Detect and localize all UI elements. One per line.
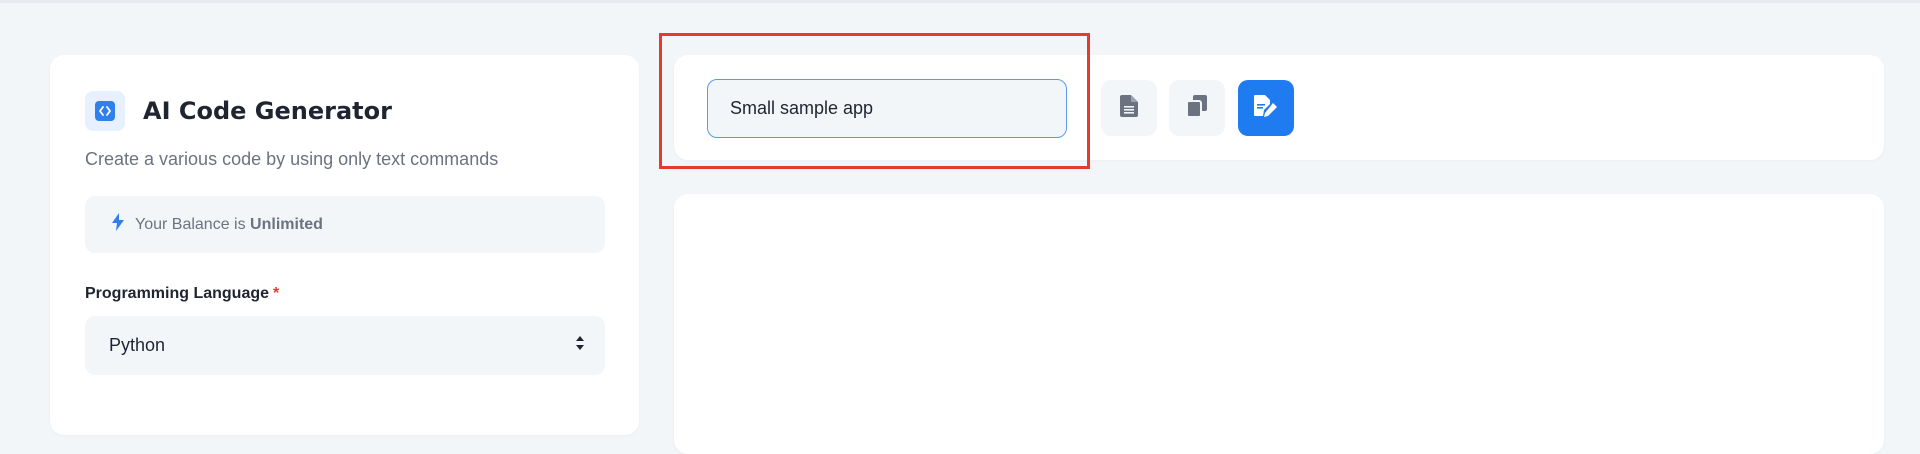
page-title: AI Code Generator <box>143 97 392 125</box>
required-indicator: * <box>273 285 280 302</box>
document-icon <box>1120 94 1138 122</box>
programming-language-value: Python <box>109 335 166 355</box>
output-panel <box>674 194 1884 454</box>
code-icon <box>85 91 125 131</box>
programming-language-select[interactable]: Python <box>85 316 605 375</box>
lightning-icon <box>111 213 125 236</box>
balance-prefix: Your Balance is <box>135 215 251 233</box>
balance-value: Unlimited <box>250 215 323 233</box>
document-button[interactable] <box>1101 80 1157 136</box>
copy-icon <box>1186 94 1208 122</box>
app-header: AI Code Generator <box>85 91 392 131</box>
copy-button[interactable] <box>1169 80 1225 136</box>
generator-settings-panel: AI Code Generator Create a various code … <box>50 55 639 435</box>
programming-language-label: Programming Language * <box>85 285 279 303</box>
page-subtitle: Create a various code by using only text… <box>85 149 499 169</box>
balance-banner: Your Balance is Unlimited <box>85 196 605 253</box>
prompt-input[interactable] <box>707 79 1067 138</box>
sort-arrows-icon <box>575 335 585 356</box>
top-divider <box>0 0 1920 3</box>
edit-document-icon <box>1253 94 1279 123</box>
balance-text: Your Balance is Unlimited <box>135 216 323 234</box>
prompt-toolbar <box>674 55 1884 160</box>
edit-document-button[interactable] <box>1238 80 1294 136</box>
programming-language-label-text: Programming Language <box>85 285 270 302</box>
